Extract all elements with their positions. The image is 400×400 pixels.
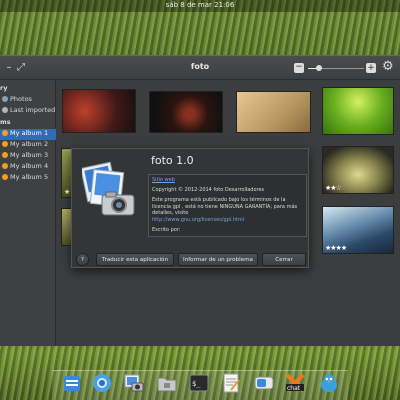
sidebar-item-album-4[interactable]: My album 4 [0,162,56,173]
chat-icon[interactable]: chat [284,372,306,394]
zoom-in-button[interactable]: + [366,63,376,73]
sidebar-item-label: Photos [10,95,32,103]
sidebar-library-header: ry [0,84,8,92]
photo-thumbnail[interactable] [236,91,311,133]
sidebar-item-label: My album 5 [10,173,49,181]
sidebar-item-album-2[interactable]: My album 2 [0,140,56,151]
about-info-box[interactable]: Sitio web Copyright © 2012-2014 foto Des… [148,174,307,237]
sidebar-item-label: My album 4 [10,162,49,170]
sidebar-albums-header: ms [0,118,11,126]
app-name: foto 1.0 [151,154,194,167]
camera-photo-icon [82,161,135,216]
rating-stars[interactable]: ★ [64,188,70,196]
close-button[interactable]: Cerrar [262,253,306,266]
photo-thumbnail[interactable] [62,89,136,133]
copyright-text: Copyright © 2012-2014 foto Desarrollador… [152,186,265,193]
sidebar: ry Photos Last imported ms My album 1 My… [0,80,56,346]
album-icon [2,174,8,180]
titlebar: – ⤢ foto − + ⚙ [0,56,400,80]
written-by-label: Escrito por: [152,227,181,233]
license-text: Este programa está publicado bajo los té… [152,197,298,216]
svg-text:$_: $_ [192,380,201,388]
sidebar-item-last-imported[interactable]: Last imported [0,106,56,117]
folder-icon[interactable] [156,372,178,394]
svg-text:chat: chat [287,385,301,392]
sidebar-item-label: My album 2 [10,140,49,148]
sidebar-item-label: Last imported [10,106,56,114]
rating-stars[interactable]: ★★★★ [325,244,347,252]
settings-toggle-icon[interactable] [253,372,275,394]
top-panel: sáb 8 de mar 21:06 [0,0,400,12]
zoom-out-button[interactable]: − [294,63,304,73]
clock-icon [2,107,8,113]
zoom-slider[interactable] [308,65,364,71]
album-icon [2,141,8,147]
files-icon[interactable] [61,372,83,394]
gear-icon[interactable]: ⚙ [382,60,394,74]
clock[interactable]: sáb 8 de mar 21:06 [0,1,400,9]
license-link[interactable]: http://www.gnu.org/licenses/gpl.html [152,217,303,224]
album-icon [2,152,8,158]
album-icon [2,163,8,169]
terminal-icon[interactable]: $_ [188,372,210,394]
photo-thumbnail[interactable] [322,87,394,135]
photo-thumbnail[interactable] [149,91,223,133]
photo-thumbnail[interactable]: ★★☆ [322,146,394,194]
sidebar-item-album-1[interactable]: My album 1 [0,129,56,140]
sidebar-item-photos[interactable]: Photos [0,95,56,106]
rating-stars[interactable]: ★★☆ [325,184,342,192]
about-dialog: foto 1.0 Sitio web Copyright © 2012-2014… [71,148,309,268]
translate-button[interactable]: Traducir esta aplicación [96,253,174,266]
help-button[interactable]: ? [76,253,89,266]
twitter-bird-icon[interactable] [318,372,340,394]
browser-icon[interactable] [91,372,113,394]
sidebar-item-album-5[interactable]: My album 5 [0,173,56,184]
report-problem-button[interactable]: Informar de un problema [178,253,258,266]
sidebar-item-label: My album 3 [10,151,49,159]
text-editor-icon[interactable] [220,372,242,394]
window-title: foto [190,62,210,71]
photos-icon[interactable] [123,372,145,394]
album-icon [2,130,8,136]
sidebar-item-album-3[interactable]: My album 3 [0,151,56,162]
sidebar-item-label: My album 1 [10,129,49,137]
website-link[interactable]: Sitio web [152,177,303,184]
photo-thumbnail[interactable]: ★★★★ [322,206,394,254]
photos-icon [2,96,8,102]
